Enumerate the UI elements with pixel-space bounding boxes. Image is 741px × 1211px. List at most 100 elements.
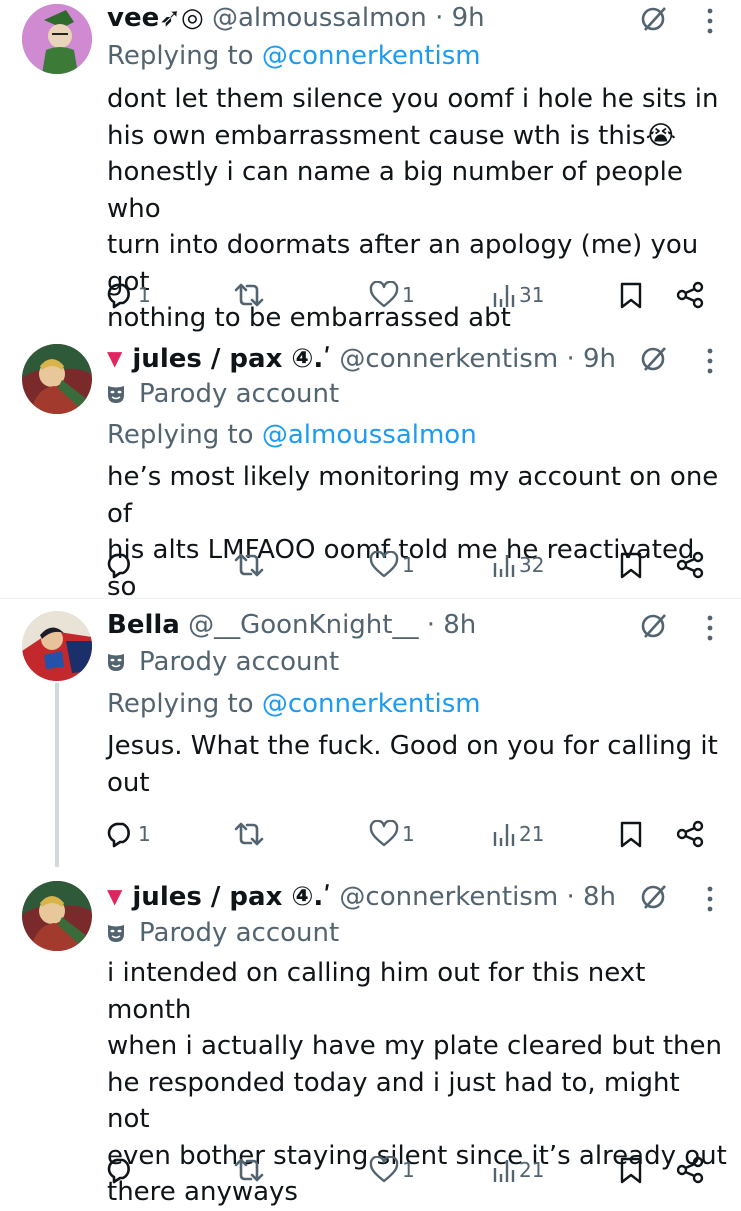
- reply-icon: [107, 822, 130, 848]
- red-triangle-icon: ▼: [107, 884, 123, 908]
- bookmark-button[interactable]: [619, 278, 643, 312]
- view-count: 21: [519, 822, 545, 846]
- repost-button[interactable]: [232, 817, 269, 851]
- tweet-1[interactable]: vee➶◎ @almoussalmon · 9h Replying to @co…: [0, 0, 741, 334]
- replying-to-label: Replying to: [107, 41, 262, 71]
- mention-link[interactable]: @connerkentism: [262, 689, 481, 719]
- replying-to: Replying to @connerkentism: [107, 686, 481, 722]
- bookmark-icon: [620, 552, 642, 579]
- reply-button[interactable]: 1: [107, 278, 151, 312]
- tweet-header: Bella @__GoonKnight__ · 8h: [107, 607, 681, 643]
- more-icon[interactable]: [707, 886, 713, 912]
- bookmark-icon: [620, 821, 642, 848]
- share-button[interactable]: [675, 548, 705, 582]
- avatar[interactable]: [22, 611, 92, 681]
- parody-mask-icon: [108, 654, 124, 671]
- timestamp[interactable]: · 9h: [566, 344, 616, 374]
- parody-label: Parody account: [107, 376, 339, 412]
- grok-icon[interactable]: [640, 5, 668, 33]
- share-button[interactable]: [675, 278, 705, 312]
- display-name[interactable]: jules / pax ④.ʹ: [132, 344, 331, 374]
- repost-icon: [234, 1158, 264, 1182]
- tweet-text: Jesus. What the fuck. Good on you for ca…: [107, 731, 718, 798]
- user-handle[interactable]: @almoussalmon: [212, 3, 427, 33]
- view-count: 32: [519, 553, 545, 577]
- mention-link[interactable]: @connerkentism: [262, 41, 481, 71]
- tweet-text: he’s most likely monitoring my account o…: [107, 462, 719, 602]
- action-bar: 1 1 21: [107, 817, 707, 851]
- more-icon[interactable]: [707, 8, 713, 34]
- reply-button[interactable]: [107, 548, 138, 582]
- share-button[interactable]: [675, 817, 705, 851]
- bookmark-button[interactable]: [619, 1153, 643, 1187]
- parody-mask-icon: [108, 386, 124, 403]
- grok-icon[interactable]: [640, 345, 668, 373]
- heart-icon: [369, 281, 399, 308]
- grok-icon[interactable]: [640, 612, 668, 640]
- views-icon: [493, 824, 515, 846]
- action-bar: 1 21: [107, 1153, 707, 1187]
- like-count: 1: [402, 822, 415, 846]
- avatar[interactable]: [22, 881, 92, 951]
- bookmark-button[interactable]: [619, 548, 643, 582]
- tweet-2[interactable]: ▼ jules / pax ④.ʹ @connerkentism · 9h Par…: [0, 334, 741, 602]
- reply-button[interactable]: [107, 1153, 138, 1187]
- views-icon: [493, 555, 515, 577]
- reply-thread: vee➶◎ @almoussalmon · 9h Replying to @co…: [0, 0, 741, 1207]
- repost-icon: [234, 822, 264, 846]
- display-name[interactable]: vee➶◎: [107, 3, 204, 33]
- tweet-header: ▼ jules / pax ④.ʹ @connerkentism · 9h: [107, 340, 681, 376]
- repost-button[interactable]: [232, 278, 269, 312]
- grok-icon[interactable]: [640, 883, 668, 911]
- user-handle[interactable]: @__GoonKnight__: [188, 610, 418, 640]
- bookmark-icon: [620, 1157, 642, 1184]
- like-button[interactable]: 1: [369, 1153, 415, 1187]
- reply-icon: [107, 283, 130, 309]
- views-button[interactable]: 21: [492, 817, 544, 851]
- share-button[interactable]: [675, 1153, 705, 1187]
- display-name[interactable]: Bella: [107, 610, 180, 640]
- share-icon: [676, 551, 704, 579]
- display-name[interactable]: jules / pax ④.ʹ: [132, 882, 331, 912]
- thread-line: [55, 683, 59, 867]
- replying-to: Replying to @connerkentism: [107, 38, 481, 74]
- parody-label: Parody account: [107, 915, 339, 951]
- share-icon: [676, 281, 704, 309]
- views-button[interactable]: 21: [492, 1153, 544, 1187]
- replying-to-label: Replying to: [107, 420, 262, 450]
- action-bar: 1 32: [107, 548, 707, 582]
- heart-icon: [369, 551, 399, 578]
- like-button[interactable]: 1: [369, 278, 415, 312]
- tweet-header: ▼ jules / pax ④.ʹ @connerkentism · 8h: [107, 878, 681, 914]
- timestamp[interactable]: · 9h: [435, 3, 485, 33]
- more-icon[interactable]: [707, 615, 713, 641]
- like-count: 1: [402, 1158, 415, 1182]
- heart-icon: [369, 820, 399, 847]
- user-handle[interactable]: @connerkentism: [339, 344, 558, 374]
- like-count: 1: [402, 283, 415, 307]
- views-button[interactable]: 31: [492, 278, 544, 312]
- more-icon[interactable]: [707, 348, 713, 374]
- repost-button[interactable]: [232, 1153, 269, 1187]
- parody-label: Parody account: [107, 644, 339, 680]
- user-handle[interactable]: @connerkentism: [339, 882, 558, 912]
- avatar[interactable]: [22, 4, 92, 74]
- avatar[interactable]: [22, 344, 92, 414]
- red-triangle-icon: ▼: [107, 346, 123, 370]
- repost-button[interactable]: [232, 548, 269, 582]
- like-button[interactable]: 1: [369, 548, 415, 582]
- bookmark-button[interactable]: [619, 817, 643, 851]
- action-bar: 1 1 31: [107, 278, 707, 312]
- reply-icon: [107, 1158, 130, 1184]
- timestamp[interactable]: · 8h: [566, 882, 616, 912]
- reply-icon: [107, 553, 130, 579]
- replying-to: Replying to @almoussalmon: [107, 417, 477, 453]
- views-button[interactable]: 32: [492, 548, 544, 582]
- tweet-3[interactable]: Bella @__GoonKnight__ · 8h Parody accoun…: [0, 599, 741, 867]
- tweet-4[interactable]: ▼ jules / pax ④.ʹ @connerkentism · 8h Par…: [0, 867, 741, 1207]
- like-button[interactable]: 1: [369, 817, 415, 851]
- timestamp[interactable]: · 8h: [427, 610, 477, 640]
- mention-link[interactable]: @almoussalmon: [262, 420, 477, 450]
- views-icon: [493, 1160, 515, 1182]
- reply-button[interactable]: 1: [107, 817, 151, 851]
